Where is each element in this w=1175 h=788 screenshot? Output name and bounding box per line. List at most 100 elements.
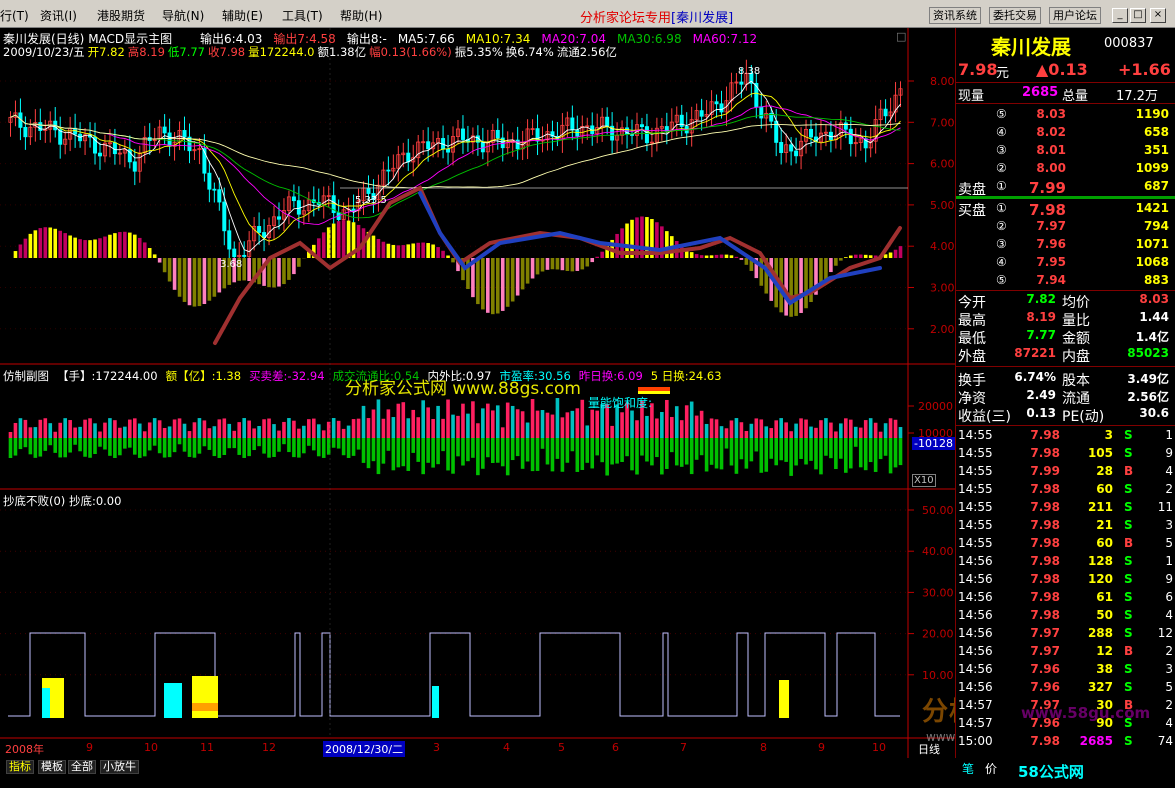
tab-3[interactable]: 小放牛 <box>100 760 139 774</box>
volume-bar-neg <box>814 438 818 470</box>
volume-bar <box>182 423 187 438</box>
volume-bar <box>381 418 386 438</box>
macd-bar <box>68 235 72 258</box>
macd-bar <box>426 243 430 258</box>
volume-bar-neg <box>28 438 33 455</box>
volume-bar-neg <box>371 438 376 462</box>
y-tick-label: 3.00 <box>930 282 955 295</box>
stat-label: 金额 <box>1062 331 1090 347</box>
date-line-5: 量172244.0 <box>248 45 315 59</box>
macd-bar <box>292 258 296 275</box>
volume-bar <box>441 418 445 438</box>
sell-price: 8.03 <box>1036 107 1066 121</box>
tick-price: 7.96 <box>1030 680 1060 694</box>
volume-bar <box>734 418 739 438</box>
macd-bar <box>759 258 764 286</box>
toolbar-button-0[interactable]: 资讯系统 <box>929 7 981 24</box>
menu-item-3[interactable]: 导航(N) <box>162 7 204 24</box>
chart-area[interactable]: 8.00 7.00 6.00 5.00 4.00 3.00 2.00 20000 10000 50… <box>0 28 1056 758</box>
close-button[interactable]: × <box>1150 8 1166 23</box>
toolbar-button-2[interactable]: 用户论坛 <box>1049 7 1101 24</box>
volume-bar <box>520 411 525 438</box>
minimize-button[interactable]: _ <box>1112 8 1128 23</box>
volume-bar-neg <box>436 438 440 465</box>
menu-item-2[interactable]: 港股期货 <box>97 7 145 24</box>
macd-bar <box>699 255 704 258</box>
buy-row: ⑤ 7.94 883 <box>956 273 1175 291</box>
volume-bar-neg <box>868 438 873 463</box>
menu-item-4[interactable]: 辅助(E) <box>222 7 263 24</box>
menu-item-1[interactable]: 资讯(I) <box>40 7 77 24</box>
tab-2[interactable]: 全部 <box>68 760 96 774</box>
stat-value: 7.77 <box>1026 328 1056 342</box>
volume-bar-neg <box>73 438 77 445</box>
macd-bar <box>804 258 808 309</box>
macd-bar <box>53 228 58 258</box>
volume-bar-neg <box>361 438 366 463</box>
volume-bar <box>515 409 520 438</box>
chart-collapse-icon[interactable]: □ <box>896 30 906 43</box>
volume-bar-neg <box>724 438 729 449</box>
volume-bar-neg <box>113 438 117 458</box>
macd-bar <box>510 258 515 302</box>
quote-panel: 秦川发展 000837 7.98 元 ▲0.13 +1.66 现量 2685 总… <box>955 28 1175 758</box>
maximize-button[interactable]: □ <box>1130 8 1146 23</box>
volume-bar-neg <box>580 438 585 470</box>
macd-bar <box>128 232 132 258</box>
volume-bar <box>476 423 480 438</box>
tick-row: 14:56 7.96 327 S 5 <box>956 680 1175 698</box>
stat-value: 87221 <box>1014 346 1056 360</box>
volume-bar <box>590 409 595 438</box>
volume-bar <box>406 418 411 438</box>
macd-bar <box>739 258 744 260</box>
date-line-1: 开7.82 <box>87 45 125 59</box>
tick-side: S <box>1124 554 1133 568</box>
tab-bi[interactable]: 笔 <box>962 760 974 777</box>
volume-bar <box>893 419 898 438</box>
volume-bar-neg <box>287 438 291 453</box>
macd-bar <box>401 245 406 258</box>
menu-item-6[interactable]: 帮助(H) <box>340 7 382 24</box>
volume-bar <box>287 418 291 438</box>
signal-block <box>432 686 439 718</box>
volume-bar <box>98 431 102 438</box>
sub-header-8: 5 日换:24.63 <box>650 369 722 383</box>
macd-bar <box>555 258 560 270</box>
tab-1[interactable]: 模板 <box>38 760 66 774</box>
ma-line-5 <box>10 80 901 253</box>
volume-bar <box>575 408 580 438</box>
tab-0[interactable]: 指标 <box>6 760 34 774</box>
volume-bar-neg <box>714 438 719 469</box>
tick-count: 2 <box>1165 482 1173 496</box>
tick-time: 14:55 <box>958 428 993 442</box>
volume-bar-neg <box>13 438 18 456</box>
x-axis-label: 5 <box>558 741 565 754</box>
stat-label: 今开 <box>958 295 986 311</box>
signal-block <box>192 676 218 718</box>
volume-bar <box>739 422 744 438</box>
volume-bar <box>451 414 455 438</box>
candle-body <box>182 130 187 138</box>
sub-header-3: 买卖差:-32.94 <box>249 369 325 383</box>
volume-bar <box>769 428 774 438</box>
menu-item-5[interactable]: 工具(T) <box>282 7 323 24</box>
macd-bar <box>386 243 391 258</box>
x-axis-label: 8 <box>760 741 767 754</box>
buy-row: ③ 7.96 1071 <box>956 237 1175 255</box>
volume-bar <box>207 428 212 438</box>
volume-bar-neg <box>421 438 425 475</box>
volume-bar-neg <box>103 438 107 450</box>
tab-jia[interactable]: 价 <box>985 760 997 777</box>
macd-bar <box>744 258 749 265</box>
stat-value: 8.19 <box>1026 310 1056 324</box>
volume-bar-neg <box>699 438 704 456</box>
menu-item-0[interactable]: 行(T) <box>0 7 29 24</box>
tick-row: 15:00 7.98 2685 S 74 <box>956 734 1175 752</box>
toolbar-button-1[interactable]: 委托交易 <box>989 7 1041 24</box>
stat-value: 8.03 <box>1139 292 1169 306</box>
volume-bar <box>645 415 649 438</box>
multiplier-button[interactable]: X10 <box>912 474 936 487</box>
buy-price: 7.98 <box>1028 201 1066 219</box>
volume-bar <box>43 418 48 438</box>
stat-label: 股本 <box>1062 373 1090 389</box>
